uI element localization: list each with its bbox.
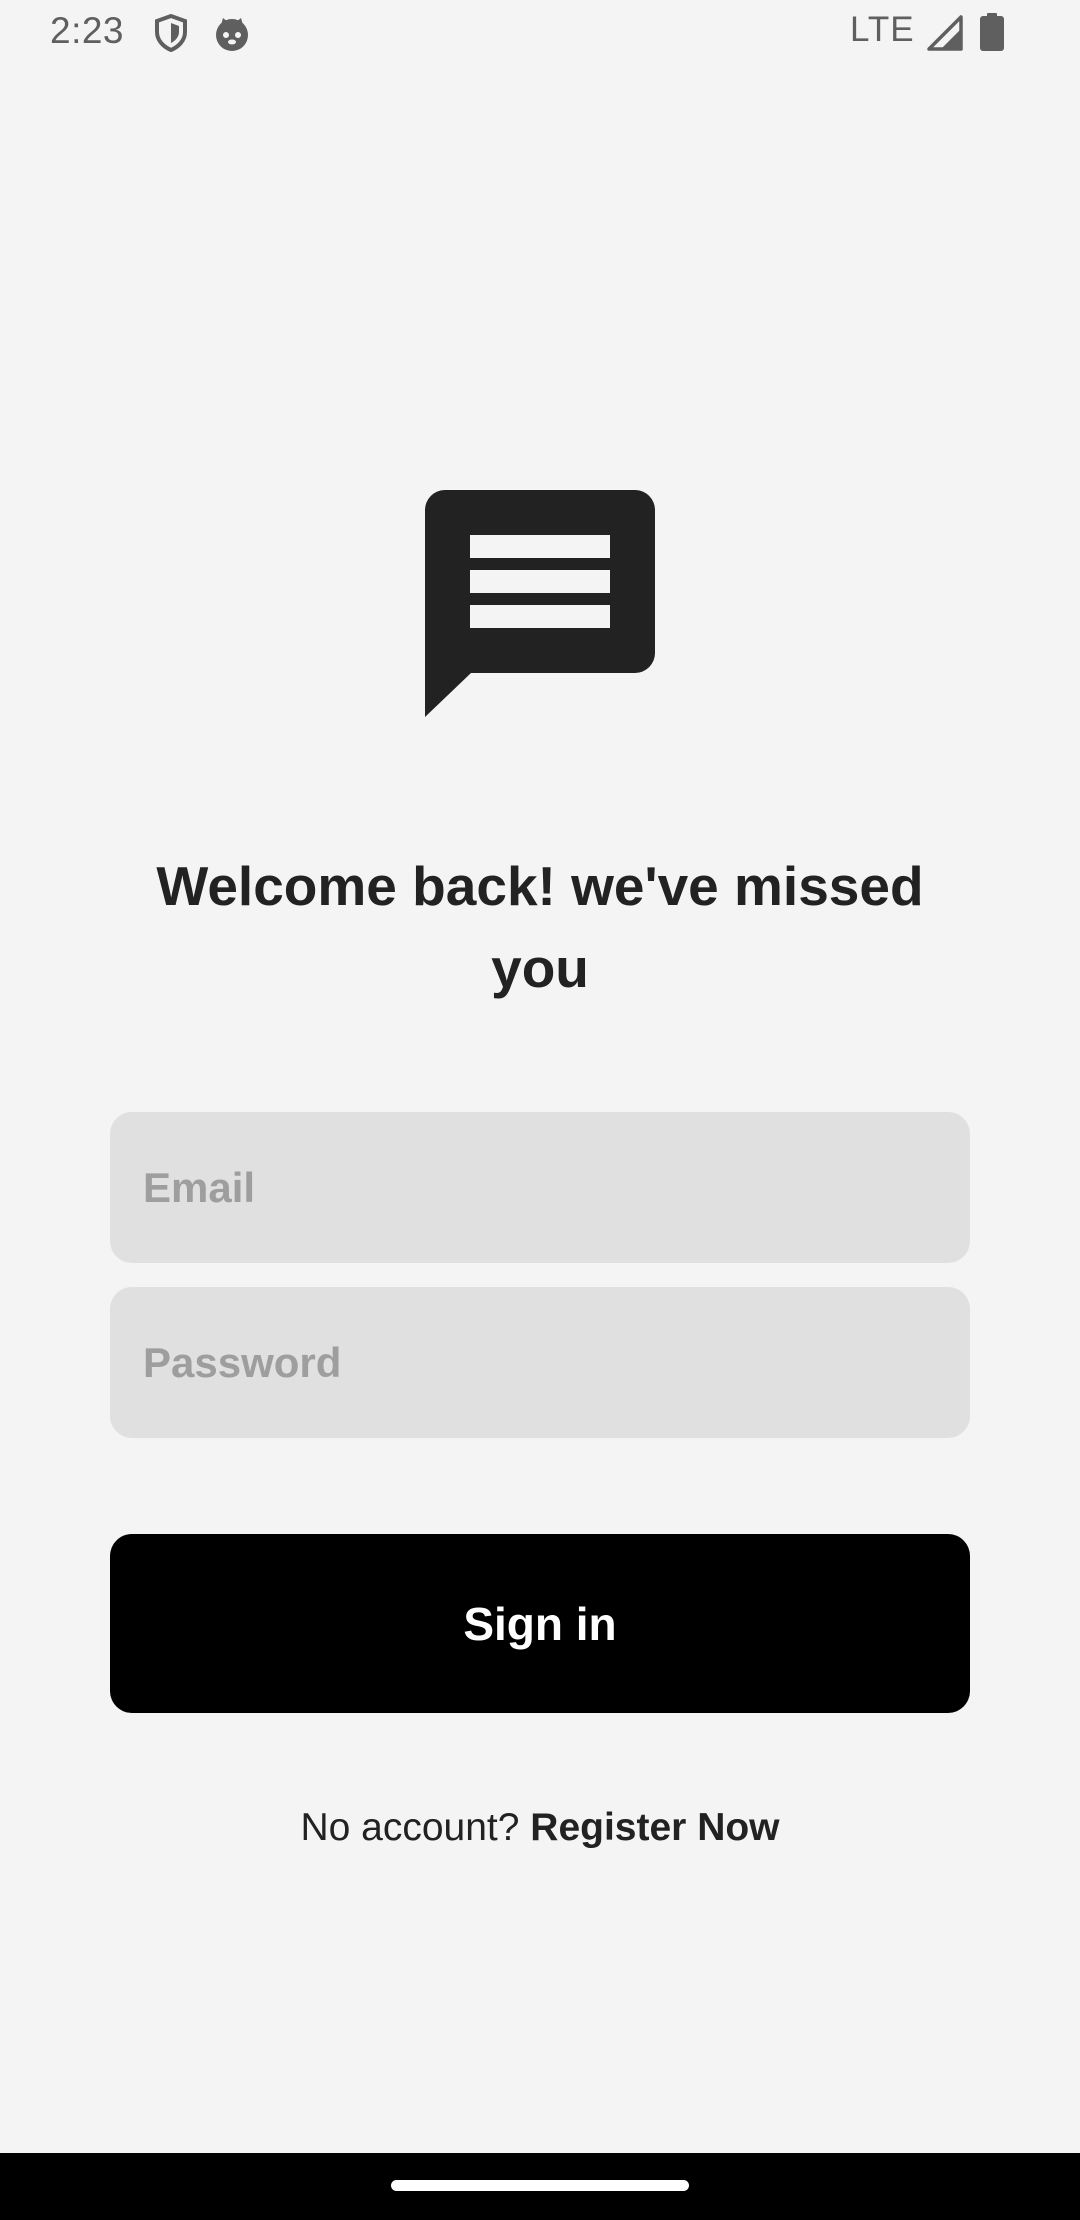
email-field-container[interactable] <box>110 1112 970 1263</box>
status-bar: 2:23 LTE <box>0 0 1080 66</box>
message-bubble-icon <box>425 490 655 717</box>
network-type-label: LTE <box>850 10 915 49</box>
sign-in-button[interactable]: Sign in <box>110 1534 970 1713</box>
login-screen: 2:23 LTE Welcome back! we've missed you <box>0 0 1080 2220</box>
password-field-container[interactable] <box>110 1287 970 1438</box>
status-time: 2:23 <box>50 10 125 51</box>
welcome-title: Welcome back! we've missed you <box>156 855 924 999</box>
cat-icon <box>216 18 248 51</box>
signal-icon <box>927 15 963 51</box>
register-now-link[interactable]: Register Now <box>530 1806 779 1849</box>
home-gesture-handle[interactable] <box>391 2180 689 2191</box>
battery-icon <box>980 13 1004 51</box>
navigation-bar <box>0 2153 1080 2220</box>
register-prompt-text: No account? <box>300 1806 531 1849</box>
password-field[interactable] <box>143 1338 937 1387</box>
shield-icon <box>155 14 187 52</box>
register-prompt: No account? Register Now <box>0 1806 1080 1850</box>
email-field[interactable] <box>143 1163 937 1212</box>
